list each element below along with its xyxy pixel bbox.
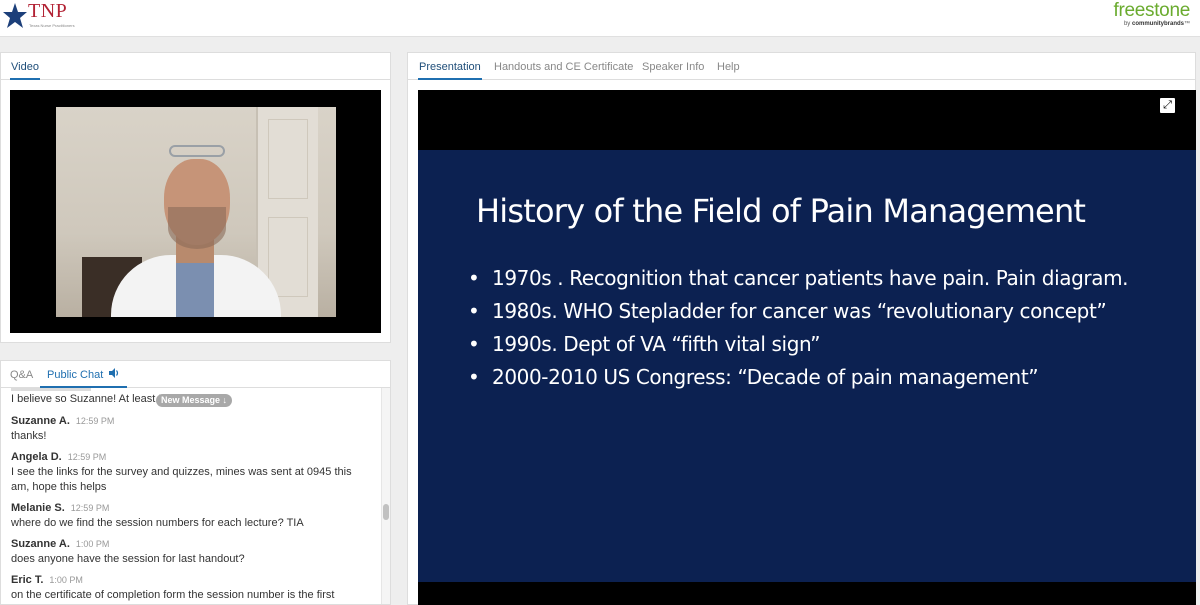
speaker-beard [168, 207, 226, 249]
speaker-video[interactable] [10, 90, 381, 333]
chat-author: Angela D. [11, 451, 62, 463]
freestone-tm: ™ [1184, 21, 1190, 27]
chat-message-text: does anyone have the session for last ha… [11, 553, 245, 565]
speaker-glasses [169, 145, 225, 157]
chat-message-list[interactable]: I believe so Suzanne! At least I New Mes… [1, 388, 381, 604]
new-message-button[interactable]: New Message ↓ [156, 394, 233, 407]
chat-message-text: I see the links for the survey and quizz… [11, 466, 352, 493]
chat-scrollbar-thumb[interactable] [383, 504, 389, 520]
chat-timestamp: 12:59 PM [75, 416, 115, 426]
tab-video[interactable]: Video [10, 53, 40, 80]
slide: History of the Field of Pain Management … [418, 150, 1196, 582]
speaker-shirt [176, 255, 214, 317]
chat-timestamp: 1:00 PM [75, 539, 110, 549]
freestone-logo[interactable]: freestone by communitybrands™ [1100, 0, 1190, 34]
slide-viewer[interactable]: ⤢ History of the Field of Pain Managemen… [418, 90, 1196, 605]
tab-qa[interactable]: Q&A [10, 361, 33, 388]
speaker-video-feed [56, 107, 336, 317]
expand-icon[interactable]: ⤢ [1160, 98, 1175, 113]
chat-scrollbar[interactable] [381, 388, 390, 604]
freestone-brand: communitybrands [1131, 21, 1184, 27]
chat-message-text: on the certificate of completion form th… [11, 589, 335, 601]
chat-author: Suzanne A. [11, 538, 70, 550]
tnp-logo-subtext: Texas Nurse Practitioners [29, 23, 75, 28]
chat-timestamp: 1:00 PM [49, 575, 83, 585]
tab-handouts[interactable]: Handouts and CE Certificate [494, 53, 633, 80]
tab-speaker-info[interactable]: Speaker Info [642, 53, 704, 80]
slide-bullet: 1970s . Recognition that cancer patients… [468, 262, 1188, 295]
chat-author: Suzanne A. [11, 415, 70, 427]
chat-message: Suzanne A. 1:00 PM does anyone have the s… [11, 537, 376, 567]
chat-author: Eric T. [11, 574, 44, 586]
video-tabs: Video [1, 53, 390, 80]
presentation-panel: Presentation Handouts and CE Certificate… [407, 52, 1196, 605]
tab-help[interactable]: Help [717, 53, 740, 80]
chat-message-text: where do we find the session numbers for… [11, 517, 304, 529]
chat-message: Eric T. 1:00 PM on the certificate of com… [11, 573, 376, 603]
freestone-logo-text: freestone [1113, 0, 1190, 21]
speaker-icon [109, 361, 120, 389]
presentation-tabs: Presentation Handouts and CE Certificate… [408, 53, 1195, 80]
chat-message: Angela D. 12:59 PM I see the links for th… [11, 450, 376, 495]
slide-title: History of the Field of Pain Management [476, 192, 1086, 230]
chat-message-partial [11, 388, 376, 391]
chat-author: Melanie S. [11, 502, 65, 514]
tab-public-chat-label: Public Chat [47, 369, 104, 381]
freestone-by: by [1123, 21, 1131, 27]
video-panel: Video [0, 52, 391, 343]
top-bar: TNP Texas Nurse Practitioners freestone … [0, 0, 1200, 37]
slide-bullet: 1980s. WHO Stepladder for cancer was “re… [468, 295, 1188, 328]
chat-message: Suzanne A. 12:59 PM thanks! [11, 414, 376, 444]
star-icon [3, 3, 27, 28]
slide-bullet: 2000-2010 US Congress: “Decade of pain m… [468, 361, 1188, 394]
slide-bullet-list: 1970s . Recognition that cancer patients… [468, 262, 1188, 394]
slide-bullet: 1990s. Dept of VA “fifth vital sign” [468, 328, 1188, 361]
tab-public-chat[interactable]: Public Chat [40, 361, 128, 389]
chat-tabs: Q&A Public Chat [1, 361, 390, 388]
tnp-logo[interactable]: TNP Texas Nurse Practitioners [2, 0, 82, 34]
tab-presentation[interactable]: Presentation [418, 53, 482, 80]
tnp-logo-text: TNP [28, 0, 68, 22]
chat-timestamp: 12:59 PM [70, 503, 110, 513]
chat-message-text: thanks! [11, 430, 47, 442]
chat-panel: Q&A Public Chat I believe so Suzanne! At… [0, 360, 391, 605]
chat-message: Melanie S. 12:59 PM where do we find the … [11, 501, 376, 531]
chat-timestamp: 12:59 PM [67, 452, 107, 462]
